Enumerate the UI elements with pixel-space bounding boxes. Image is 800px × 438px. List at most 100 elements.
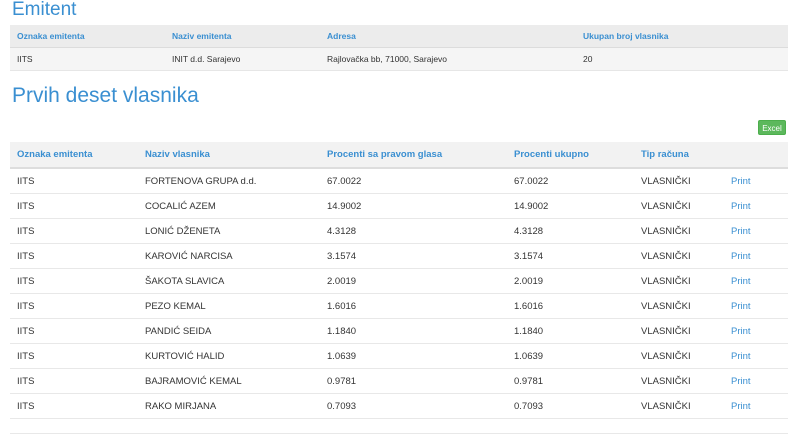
owner-oznaka: IITS: [10, 168, 138, 194]
owner-tip-racuna: VLASNIČKI: [634, 218, 724, 244]
owner-tip-racuna: VLASNIČKI: [634, 193, 724, 219]
print-cell: Print: [724, 268, 788, 294]
owner-oznaka: IITS: [10, 393, 138, 419]
print-link[interactable]: Print: [731, 401, 751, 412]
owner-procenti-glasa: 67.0022: [320, 168, 507, 194]
owner-naziv: ŠAKOTA SLAVICA: [138, 268, 320, 294]
owner-procenti-glasa: 0.9781: [320, 368, 507, 394]
owner-procenti-ukupno: 1.0639: [507, 343, 634, 369]
emitent-broj-vlasnika: 20: [576, 47, 788, 71]
owner-tip-racuna: VLASNIČKI: [634, 168, 724, 194]
owner-procenti-glasa: 1.0639: [320, 343, 507, 369]
owner-procenti-ukupno: 1.1840: [507, 318, 634, 344]
owner-procenti-ukupno: 1.6016: [507, 293, 634, 319]
print-link[interactable]: Print: [731, 326, 751, 337]
print-link[interactable]: Print: [731, 176, 751, 187]
owner-procenti-ukupno: 3.1574: [507, 243, 634, 269]
owner-procenti-ukupno: 0.9781: [507, 368, 634, 394]
print-link[interactable]: Print: [731, 351, 751, 362]
owner-procenti-ukupno: 67.0022: [507, 168, 634, 194]
owner-oznaka: IITS: [10, 268, 138, 294]
excel-export-button[interactable]: Excel: [758, 120, 786, 135]
owner-procenti-ukupno: 2.0019: [507, 268, 634, 294]
table-row: IITS ŠAKOTA SLAVICA 2.0019 2.0019 VLASNIČKI P…: [10, 268, 788, 294]
owner-naziv: KAROVIĆ NARCISA: [138, 243, 320, 269]
owner-naziv: BAJRAMOVIĆ KEMAL: [138, 368, 320, 394]
table-row: IITS BAJRAMOVIĆ KEMAL 0.9781 0.9781 VLASNIČK…: [10, 368, 788, 394]
owner-naziv: KURTOVIĆ HALID: [138, 343, 320, 369]
owner-naziv: RAKO MIRJANA: [138, 393, 320, 419]
owner-procenti-glasa: 1.1840: [320, 318, 507, 344]
print-cell: Print: [724, 393, 788, 419]
table-row: IITS RAKO MIRJANA 0.7093 0.7093 VLASNIČKI Pri…: [10, 393, 788, 419]
print-cell: Print: [724, 193, 788, 219]
emitent-naziv: INIT d.d. Sarajevo: [165, 47, 320, 71]
table-row: IITS FORTENOVA GRUPA d.d. 67.0022 67.0022 VL…: [10, 168, 788, 194]
owner-tip-racuna: VLASNIČKI: [634, 368, 724, 394]
print-link[interactable]: Print: [731, 276, 751, 287]
owner-tip-racuna: VLASNIČKI: [634, 343, 724, 369]
col-adresa: Adresa: [320, 25, 576, 48]
owner-procenti-ukupno: 14.9002: [507, 193, 634, 219]
print-link[interactable]: Print: [731, 301, 751, 312]
table-row: IITS LONIĆ DŽENETA 4.3128 4.3128 VLASNIČKI Pr…: [10, 218, 788, 244]
owner-procenti-glasa: 4.3128: [320, 218, 507, 244]
col-tip-racuna: Tip računa: [634, 142, 724, 169]
owner-naziv: PEZO KEMAL: [138, 293, 320, 319]
table-row: IITS COCALIĆ AZEM 14.9002 14.9002 VLASNIČKI P…: [10, 193, 788, 219]
owner-procenti-glasa: 0.7093: [320, 393, 507, 419]
owner-oznaka: IITS: [10, 193, 138, 219]
owner-naziv: FORTENOVA GRUPA d.d.: [138, 168, 320, 194]
owner-oznaka: IITS: [10, 243, 138, 269]
owners-header-row: Oznaka emitenta Naziv vlasnika Procenti …: [10, 142, 788, 169]
owner-procenti-glasa: 2.0019: [320, 268, 507, 294]
owner-procenti-glasa: 1.6016: [320, 293, 507, 319]
bottom-divider: [10, 433, 788, 434]
owner-naziv: PANDIĆ SEIDA: [138, 318, 320, 344]
owner-tip-racuna: VLASNIČKI: [634, 318, 724, 344]
emitent-heading: Emitent: [12, 0, 77, 20]
owner-naziv: COCALIĆ AZEM: [138, 193, 320, 219]
print-cell: Print: [724, 218, 788, 244]
print-cell: Print: [724, 368, 788, 394]
emitent-oznaka: IITS: [10, 47, 165, 71]
emitent-row: IITS INIT d.d. Sarajevo Rajlovačka bb, 7…: [10, 47, 788, 71]
col-actions: [724, 142, 788, 169]
table-row: IITS KAROVIĆ NARCISA 3.1574 3.1574 VLASNIČKI…: [10, 243, 788, 269]
col-ukupan-broj-vlasnika: Ukupan broj vlasnika: [576, 25, 788, 48]
owner-oznaka: IITS: [10, 218, 138, 244]
emitent-header-row: Oznaka emitenta Naziv emitenta Adresa Uk…: [10, 25, 788, 48]
owner-procenti-glasa: 3.1574: [320, 243, 507, 269]
print-link[interactable]: Print: [731, 226, 751, 237]
owners-table: Oznaka emitenta Naziv vlasnika Procenti …: [10, 142, 788, 419]
owner-tip-racuna: VLASNIČKI: [634, 268, 724, 294]
owner-procenti-ukupno: 0.7093: [507, 393, 634, 419]
col-oznaka-emitenta: Oznaka emitenta: [10, 25, 165, 48]
owner-procenti-ukupno: 4.3128: [507, 218, 634, 244]
owner-oznaka: IITS: [10, 318, 138, 344]
print-cell: Print: [724, 318, 788, 344]
table-row: IITS KURTOVIĆ HALID 1.0639 1.0639 VLASNIČKI P…: [10, 343, 788, 369]
print-link[interactable]: Print: [731, 376, 751, 387]
col-procenti-glasa: Procenti sa pravom glasa: [320, 142, 507, 169]
col-naziv-emitenta: Naziv emitenta: [165, 25, 320, 48]
owner-oznaka: IITS: [10, 343, 138, 369]
print-cell: Print: [724, 243, 788, 269]
owners-heading: Prvih deset vlasnika: [12, 84, 199, 107]
print-cell: Print: [724, 343, 788, 369]
col-procenti-ukupno: Procenti ukupno: [507, 142, 634, 169]
print-cell: Print: [724, 168, 788, 194]
owner-tip-racuna: VLASNIČKI: [634, 293, 724, 319]
col-naziv-vlasnika: Naziv vlasnika: [138, 142, 320, 169]
owner-naziv: LONIĆ DŽENETA: [138, 218, 320, 244]
owner-procenti-glasa: 14.9002: [320, 193, 507, 219]
print-link[interactable]: Print: [731, 251, 751, 262]
emitent-table: Oznaka emitenta Naziv emitenta Adresa Uk…: [10, 25, 788, 71]
owner-tip-racuna: VLASNIČKI: [634, 393, 724, 419]
table-row: IITS PEZO KEMAL 1.6016 1.6016 VLASNIČKI Print: [10, 293, 788, 319]
emitent-adresa: Rajlovačka bb, 71000, Sarajevo: [320, 47, 576, 71]
owner-oznaka: IITS: [10, 368, 138, 394]
col-oznaka-emitenta: Oznaka emitenta: [10, 142, 138, 169]
owner-oznaka: IITS: [10, 293, 138, 319]
print-link[interactable]: Print: [731, 201, 751, 212]
